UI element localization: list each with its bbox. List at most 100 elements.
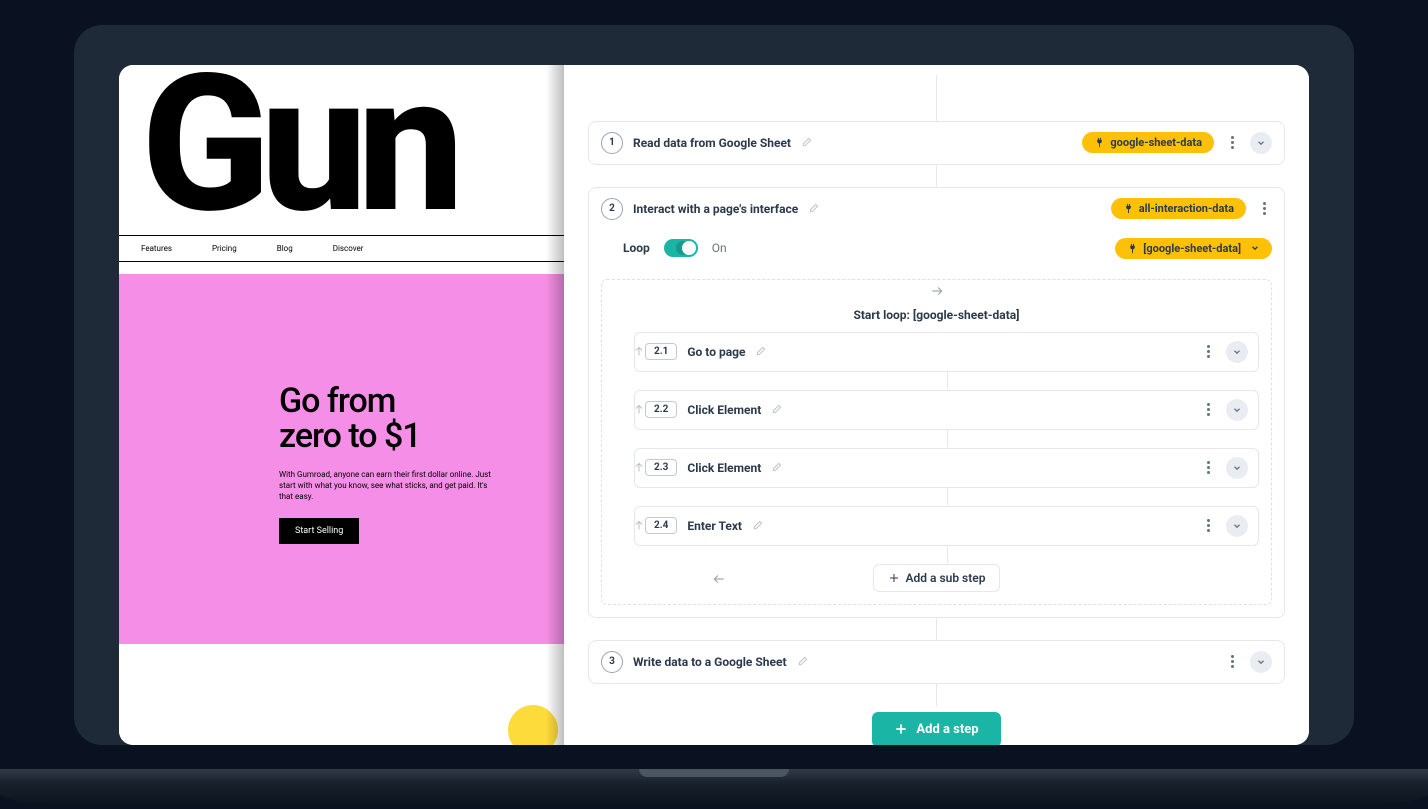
start-selling-button[interactable]: Start Selling (279, 518, 359, 544)
output-pill[interactable]: all-interaction-data (1111, 198, 1246, 219)
connector-line (947, 545, 948, 563)
substep-card[interactable]: 2.2 Click Element (634, 390, 1259, 430)
substep-number: 2.1 (645, 343, 677, 360)
connector-line (947, 371, 948, 389)
more-menu-icon[interactable] (1200, 461, 1216, 474)
expand-toggle[interactable] (1226, 457, 1248, 479)
step-number-badge: 1 (601, 132, 623, 154)
chevron-down-icon (1250, 243, 1260, 253)
more-menu-icon[interactable] (1256, 202, 1272, 215)
pill-label: all-interaction-data (1139, 202, 1234, 215)
more-menu-icon[interactable] (1224, 136, 1240, 149)
substep-title: Go to page (687, 345, 745, 359)
more-menu-icon[interactable] (1224, 655, 1240, 668)
substep-number: 2.3 (645, 459, 677, 476)
connector-line (947, 429, 948, 447)
move-up-icon[interactable] (633, 516, 645, 535)
edit-icon[interactable] (797, 652, 808, 671)
laptop-base (0, 769, 1428, 805)
loop-block: Start loop: [google-sheet-data] 2.1 Go t… (601, 279, 1272, 605)
laptop-bezel: Gun Features Pricing Blog Discover Go fr… (74, 25, 1354, 745)
add-step-row: Add a step (588, 712, 1285, 745)
plus-icon (894, 722, 908, 736)
workflow-builder-pane: 1 Read data from Google Sheet google-she… (564, 65, 1309, 745)
nav-item[interactable]: Discover (333, 244, 364, 253)
plus-icon (888, 572, 900, 584)
loop-toggle-row: Loop On [google-sheet-data] (601, 230, 1272, 273)
connector-line (947, 487, 948, 505)
preview-logo: Gun (119, 65, 564, 235)
add-substep-row: Add a sub step (614, 564, 1259, 592)
add-substep-label: Add a sub step (906, 571, 986, 585)
step-body: Loop On [google-sheet-data] Start l (589, 230, 1284, 617)
substep-card[interactable]: 2.4 Enter Text (634, 506, 1259, 546)
nav-item[interactable]: Blog (277, 244, 293, 253)
preview-nav: Features Pricing Blog Discover (119, 235, 564, 262)
substep-card[interactable]: 2.3 Click Element (634, 448, 1259, 488)
step-number-badge: 2 (601, 198, 623, 220)
decorative-circle (508, 705, 558, 745)
preview-hero: Go from zero to $1 With Gumroad, anyone … (119, 274, 564, 645)
edit-icon[interactable] (801, 133, 812, 152)
site-preview-pane: Gun Features Pricing Blog Discover Go fr… (119, 65, 564, 745)
substep-number: 2.4 (645, 517, 677, 534)
output-pill[interactable]: google-sheet-data (1082, 132, 1214, 153)
move-up-icon[interactable] (633, 342, 645, 361)
step-number-badge: 3 (601, 651, 623, 673)
add-step-button[interactable]: Add a step (872, 712, 1000, 745)
more-menu-icon[interactable] (1200, 519, 1216, 532)
pill-label: google-sheet-data (1110, 136, 1202, 149)
expand-toggle[interactable] (1226, 515, 1248, 537)
pill-label: [google-sheet-data] (1143, 242, 1241, 255)
screen: Gun Features Pricing Blog Discover Go fr… (119, 65, 1309, 745)
substep-card[interactable]: 2.1 Go to page (634, 332, 1259, 372)
edit-icon[interactable] (755, 342, 766, 361)
hero-heading-line: Go from (279, 384, 564, 420)
connector-line (588, 618, 1285, 640)
expand-toggle[interactable] (1250, 132, 1272, 154)
move-up-icon[interactable] (633, 458, 645, 477)
edit-icon[interactable] (808, 199, 819, 218)
nav-item[interactable]: Pricing (212, 244, 237, 253)
loop-back-arrow-icon (712, 571, 726, 590)
edit-icon[interactable] (771, 400, 782, 419)
hero-paragraph: With Gumroad, anyone can earn their firs… (279, 469, 499, 503)
loop-source-pill[interactable]: [google-sheet-data] (1115, 238, 1272, 259)
step-title: Interact with a page's interface (633, 202, 798, 216)
plug-icon (1094, 137, 1105, 148)
hero-heading-line: zero to $1 (279, 419, 564, 455)
loop-forward-arrow-icon (614, 280, 1259, 302)
substep-title: Click Element (687, 403, 761, 417)
expand-toggle[interactable] (1226, 399, 1248, 421)
loop-toggle[interactable] (664, 239, 698, 257)
more-menu-icon[interactable] (1200, 403, 1216, 416)
laptop-frame: Gun Features Pricing Blog Discover Go fr… (74, 25, 1354, 785)
nav-item[interactable]: Features (141, 244, 172, 253)
loop-label: Loop (623, 241, 650, 255)
add-substep-button[interactable]: Add a sub step (873, 564, 1001, 592)
connector-line (588, 165, 1285, 187)
expand-toggle[interactable] (1226, 341, 1248, 363)
more-menu-icon[interactable] (1200, 345, 1216, 358)
loop-toggle-state: On (712, 241, 727, 255)
connector-line (588, 684, 1285, 706)
step-header[interactable]: 3 Write data to a Google Sheet (589, 641, 1284, 683)
connector-line (588, 75, 1285, 121)
step-card-3: 3 Write data to a Google Sheet (588, 640, 1285, 684)
edit-icon[interactable] (752, 516, 763, 535)
add-step-label: Add a step (916, 722, 978, 737)
edit-icon[interactable] (771, 458, 782, 477)
step-title: Read data from Google Sheet (633, 136, 791, 150)
step-card-1: 1 Read data from Google Sheet google-she… (588, 121, 1285, 165)
loop-start-label: Start loop: [google-sheet-data] (614, 302, 1259, 332)
step-title: Write data to a Google Sheet (633, 655, 787, 669)
move-up-icon[interactable] (633, 400, 645, 419)
expand-toggle[interactable] (1250, 651, 1272, 673)
plug-icon (1123, 203, 1134, 214)
step-header[interactable]: 1 Read data from Google Sheet google-she… (589, 122, 1284, 164)
step-card-2: 2 Interact with a page's interface all-i… (588, 187, 1285, 618)
substep-title: Enter Text (687, 519, 742, 533)
substep-title: Click Element (687, 461, 761, 475)
step-header[interactable]: 2 Interact with a page's interface all-i… (589, 188, 1284, 230)
plug-icon (1127, 243, 1138, 254)
